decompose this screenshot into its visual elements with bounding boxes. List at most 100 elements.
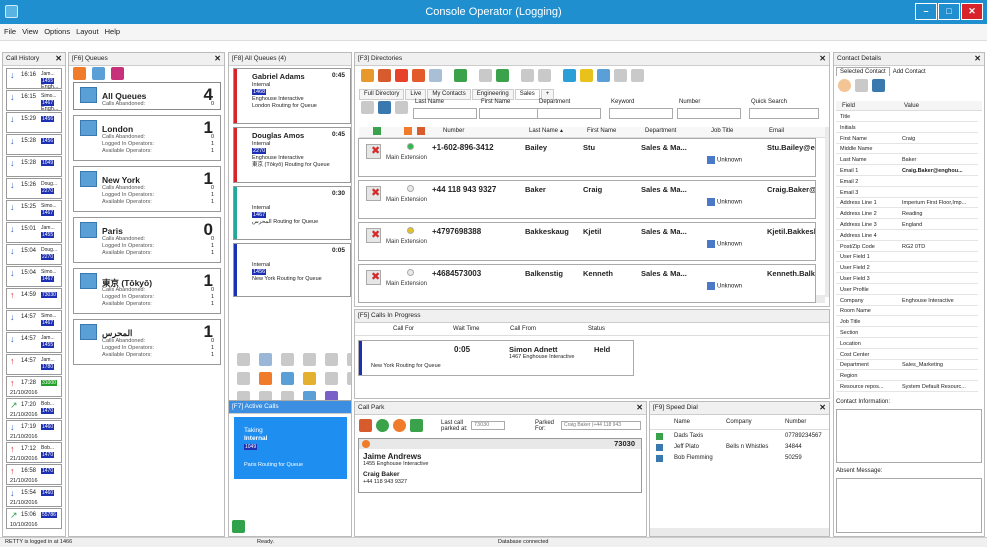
col-status[interactable]: Status [588,326,605,332]
menu-options[interactable]: Options [40,24,72,36]
close-icon[interactable]: ✕ [214,53,221,65]
contact-field-row[interactable]: Address Line 3 England [836,220,978,230]
directory-scrollbar[interactable] [825,127,829,297]
tab-add-contact[interactable]: Add Contact [890,68,929,76]
delete-contact-icon[interactable] [855,79,868,92]
tab-full-directory[interactable]: Full Directory [359,89,405,100]
directory-row[interactable]: +4684573003 Main Extension Balkenstig Kenne… [358,264,816,303]
contact-field-row[interactable]: User Field 3 [836,274,978,284]
action-icon[interactable] [237,353,250,366]
col-field[interactable]: Field [842,101,855,111]
directory-row[interactable]: +1-602-896-3412 Main Extension Bailey Stu Sa… [358,138,816,177]
clear-filter-icon[interactable] [395,101,408,114]
transfer-icon[interactable] [259,372,272,385]
history-item[interactable]: ↓ 15:28 1456 [6,134,62,155]
maximize-button[interactable]: □ [938,3,960,20]
queue-call-card[interactable]: 0:05 Internal 1456 New York Routing for Que… [233,243,351,297]
history-item[interactable]: ↓ 14:57 Jam... 1455 [6,332,62,353]
filter-input[interactable] [479,108,543,119]
action-icon[interactable] [521,69,534,82]
dir-column-header[interactable]: Number [443,128,464,134]
contact-field-row[interactable]: Email 2 [836,177,978,187]
park-icon[interactable] [393,419,406,432]
contact-field-row[interactable]: User Field 2 [836,263,978,274]
history-item[interactable]: ↓ 15:54 1460 21/10/2016 [6,486,62,507]
queue-call-card[interactable]: Douglas Amos 0:45 Internal 2270 Enghouse Int… [233,127,351,183]
col-call-for[interactable]: Call For [393,326,414,332]
close-icon[interactable]: ✕ [55,53,62,65]
dir-column-header[interactable]: Department [645,128,676,134]
dir-column-header[interactable]: Job Title [711,128,733,134]
park-icon[interactable] [454,69,467,82]
history-item[interactable]: ↓ 15:04 Simo... 1467 [6,266,62,287]
action-icon[interactable] [281,353,294,366]
action-icon[interactable] [303,372,316,385]
history-item[interactable]: ↓ 15:25 Simo... 1467 [6,200,62,221]
filter-input[interactable] [537,108,601,119]
dial-icon[interactable] [361,69,374,82]
contact-avatar-icon[interactable] [838,79,851,92]
contact-field-row[interactable]: Title [836,112,978,122]
menu-layout[interactable]: Layout [72,24,101,36]
action-icon[interactable] [631,69,644,82]
history-item[interactable]: ↓ 15:01 Jam... 1455 [6,222,62,243]
contact-field-row[interactable]: Section [836,328,978,338]
menu-file[interactable]: File [0,24,18,36]
history-item[interactable]: ↗ 17:20 Bob... 1470 21/10/2016 [6,398,62,419]
action-icon[interactable] [303,353,316,366]
cip-row[interactable]: 0:05 Simon Adnett 1467 Enghouse Interact… [358,340,634,376]
history-item[interactable]: ↓ 16:16 Jam... 1455 Engh... [6,68,62,90]
col-value[interactable]: Value [904,101,919,111]
last-call-value[interactable]: 73030 [471,421,505,430]
history-item[interactable]: ↓ 15:26 Doug... 2270 [6,178,62,199]
close-icon[interactable]: ✕ [819,53,826,65]
menu-help[interactable]: Help [101,24,122,36]
queue-card[interactable]: 東京 (Tōkyō) 1 Calls Abandoned: 0 Logged In Op… [73,268,221,314]
contact-field-row[interactable]: Region [836,371,978,382]
contact-field-row[interactable]: Cost Center [836,350,978,360]
col-name[interactable]: Name [674,419,690,425]
menu-view[interactable]: View [18,24,40,36]
tab-selected-contact[interactable]: Selected Contact [836,67,890,76]
history-item[interactable]: ↓ 17:19 1460 21/10/2016 [6,420,62,441]
queue-card[interactable]: Paris 0 Calls Abandoned: 0 Logged In Operato… [73,217,221,263]
unpark-icon[interactable] [359,419,372,432]
action-icon[interactable] [580,69,593,82]
minimize-button[interactable]: – [915,3,937,20]
contact-field-row[interactable]: Last Name Baker [836,155,978,166]
refresh-icon[interactable] [378,101,391,114]
queue-call-card[interactable]: 0:30 Internal 1467 المحرس Routing for Queue [233,186,351,240]
action-icon[interactable] [237,372,250,385]
filter-input[interactable] [749,108,819,119]
parked-call-card[interactable]: 73030 Jaime Andrews 1455 Enghouse Intera… [358,438,642,493]
history-item[interactable]: ↓ 16:15 Simo... 1467 Engh... [6,90,62,112]
pickup-icon[interactable] [376,419,389,432]
close-button[interactable]: ✕ [961,3,983,20]
history-item[interactable]: ↑ 14:57 Jam... 1780 [6,354,62,375]
contact-field-row[interactable]: Initials [836,123,978,133]
contact-field-row[interactable]: Room Name [836,306,978,317]
hold-icon[interactable] [429,69,442,82]
action-icon[interactable] [538,69,551,82]
retrieve-icon[interactable] [410,419,423,432]
history-item[interactable]: ↓ 14:57 Simo... 1467 [6,310,62,331]
contact-field-row[interactable]: Address Line 4 [836,231,978,241]
col-company[interactable]: Company [726,419,752,425]
history-item[interactable]: ↑ 17:12 Bob... 1470 21/10/2016 [6,442,62,463]
action-icon[interactable] [563,69,576,82]
contact-field-row[interactable]: Email 1 Craig.Baker@enghou... [836,166,978,176]
action-icon[interactable] [325,353,338,366]
edit-contact-icon[interactable] [872,79,885,92]
dir-column-header[interactable]: Email [769,128,784,134]
queue-card[interactable]: All Queues 4 Calls Abandoned: 0 [73,82,221,110]
history-item[interactable]: ↑ 17:28 31000 21/10/2016 [6,376,62,397]
close-icon[interactable]: ✕ [819,402,826,414]
speed-dial-row[interactable]: Dads Taxis 07789234567 [650,432,829,443]
contact-field-row[interactable]: User Profile [836,285,978,295]
filter-input[interactable] [609,108,673,119]
filter-input[interactable] [413,108,477,119]
contact-field-row[interactable]: Resource repos... System Default Resourc.… [836,382,978,392]
queue-card[interactable]: London 1 Calls Abandoned: 0 Logged In Operat… [73,115,221,161]
alert-icon[interactable] [73,67,86,80]
action-icon[interactable] [259,353,272,366]
